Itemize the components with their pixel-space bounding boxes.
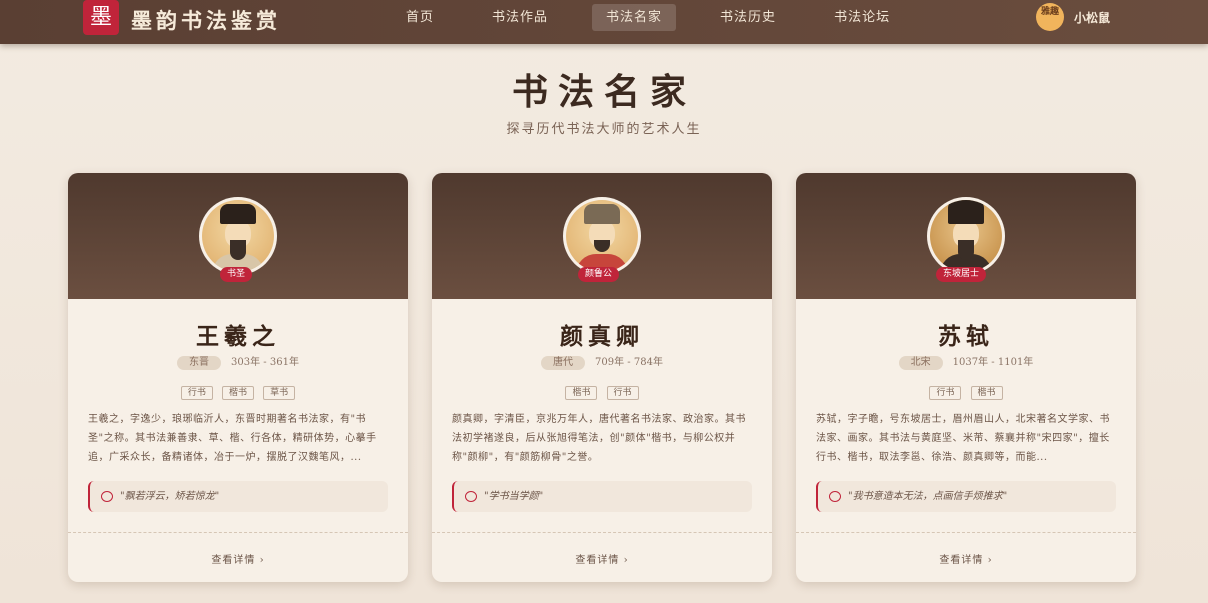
style-tag: 楷书 [221, 386, 254, 400]
master-card-su-shi[interactable]: 东坡居士 苏轼 北宋 1037年 - 1101年 行书 楷书 苏轼，字子瞻，号东坡… [796, 173, 1136, 582]
speech-bubble-icon [465, 491, 477, 502]
page-title: 书法名家 [511, 71, 696, 113]
life-years: 709年 - 784年 [595, 357, 663, 368]
title-badge: 东坡居士 [936, 267, 987, 282]
view-details-link[interactable]: 查看详情 › [432, 551, 772, 566]
quote-text: "我书意造本无法，点画信手烦推求" [848, 491, 1008, 502]
title-badge: 书圣 [220, 267, 253, 282]
main-nav: 首页 书法作品 书法名家 书法历史 书法论坛 [392, 4, 934, 31]
meta-row: 北宋 1037年 - 1101年 [796, 353, 1136, 370]
divider [68, 532, 408, 533]
nav-item-works[interactable]: 书法作品 [478, 4, 562, 31]
nav-item-history[interactable]: 书法历史 [706, 4, 790, 31]
master-description: 颜真卿，字清臣，京兆万年人，唐代著名书法家、政治家。其书法初学褚遂良，后从张旭得… [452, 414, 746, 463]
card-header: 颜鲁公 [432, 173, 772, 299]
famous-quote: "飘若浮云，矫若惊龙" [88, 481, 388, 512]
famous-quote: "学书当学颜" [452, 481, 752, 512]
life-years: 1037年 - 1101年 [952, 357, 1034, 368]
portrait-image [202, 200, 274, 272]
quote-text: "学书当学颜" [484, 491, 544, 502]
card-header: 东坡居士 [796, 173, 1136, 299]
portrait-image [566, 200, 638, 272]
meta-row: 唐代 709年 - 784年 [432, 353, 772, 370]
view-details-link[interactable]: 查看详情 › [68, 551, 408, 566]
style-tags: 楷书 行书 [432, 380, 772, 400]
portrait-image [930, 200, 1002, 272]
user-avatar[interactable]: 雅趣 [1036, 3, 1064, 31]
famous-quote: "我书意造本无法，点画信手烦推求" [816, 481, 1116, 512]
master-name: 颜真卿 [560, 323, 644, 350]
portrait-avatar [927, 197, 1005, 275]
speech-bubble-icon [829, 491, 841, 502]
master-name: 王羲之 [196, 323, 280, 350]
style-tag: 行书 [929, 386, 962, 400]
divider [796, 532, 1136, 533]
logo-icon[interactable]: 墨 [83, 0, 119, 35]
quote-text: "飘若浮云，矫若惊龙" [120, 491, 220, 502]
style-tag: 楷书 [565, 386, 598, 400]
master-card-wang-xizhi[interactable]: 书圣 王羲之 东晋 303年 - 361年 行书 楷书 草书 王羲之，字逸少，琅琊… [68, 173, 408, 582]
master-card-yan-zhenqing[interactable]: 颜鲁公 颜真卿 唐代 709年 - 784年 楷书 行书 颜真卿，字清臣，京兆万年… [432, 173, 772, 582]
master-description: 苏轼，字子瞻，号东坡居士，眉州眉山人，北宋著名文学家、书法家、画家。其书法与黄庭… [816, 414, 1110, 463]
title-badge: 颜鲁公 [578, 267, 620, 282]
page-subtitle: 探寻历代书法大师的艺术人生 [506, 122, 702, 137]
card-header: 书圣 [68, 173, 408, 299]
top-navbar: 墨 墨韵书法鉴赏 首页 书法作品 书法名家 书法历史 书法论坛 雅趣 小松鼠 [0, 0, 1208, 44]
style-tag: 楷书 [970, 386, 1003, 400]
dynasty-badge: 唐代 [541, 356, 586, 370]
style-tag: 行书 [180, 386, 213, 400]
style-tag: 草书 [263, 386, 296, 400]
user-name[interactable]: 小松鼠 [1074, 9, 1110, 26]
life-years: 303年 - 361年 [231, 357, 299, 368]
dynasty-badge: 北宋 [898, 356, 943, 370]
style-tags: 行书 楷书 [796, 380, 1136, 400]
nav-item-masters[interactable]: 书法名家 [592, 4, 677, 31]
style-tags: 行书 楷书 草书 [68, 380, 408, 400]
nav-item-forum[interactable]: 书法论坛 [820, 4, 904, 31]
dynasty-badge: 东晋 [177, 356, 222, 370]
meta-row: 东晋 303年 - 361年 [68, 353, 408, 370]
master-description: 王羲之，字逸少，琅琊临沂人，东晋时期著名书法家，有"书圣"之称。其书法兼善隶、草… [88, 414, 377, 463]
divider [432, 532, 772, 533]
speech-bubble-icon [101, 491, 113, 502]
portrait-avatar [199, 197, 277, 275]
brand-title[interactable]: 墨韵书法鉴赏 [131, 5, 281, 35]
style-tag: 行书 [606, 386, 639, 400]
portrait-avatar [563, 197, 641, 275]
nav-item-home[interactable]: 首页 [392, 4, 448, 31]
master-name: 苏轼 [938, 323, 994, 350]
view-details-link[interactable]: 查看详情 › [796, 551, 1136, 566]
